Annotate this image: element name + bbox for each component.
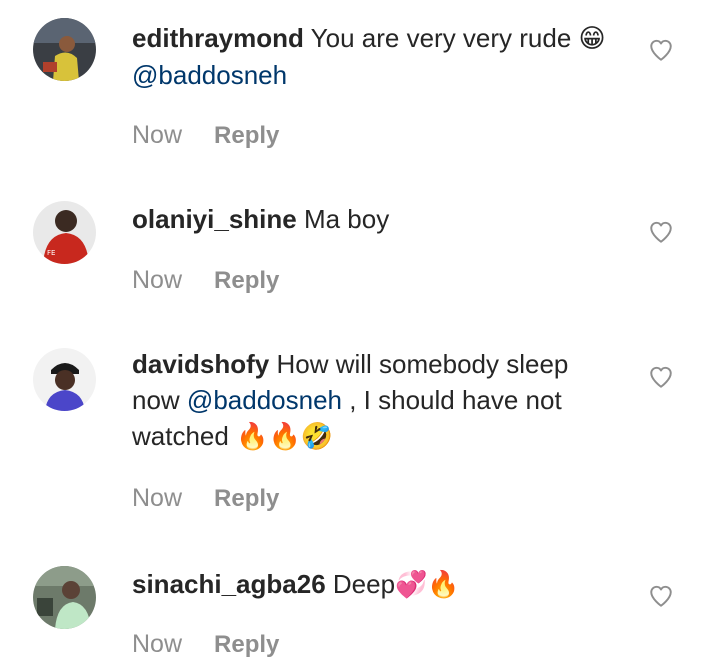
comment-body: Deep <box>325 569 396 599</box>
comment-username[interactable]: olaniyi_shine <box>132 204 297 234</box>
comment-timestamp: Now <box>132 121 183 149</box>
reply-button[interactable]: Reply <box>214 122 279 149</box>
comment-body: Ma boy <box>296 204 390 234</box>
comment-meta: Now Reply <box>132 121 279 150</box>
reply-button[interactable]: Reply <box>214 631 279 658</box>
comment-username[interactable]: davidshofy <box>132 349 269 379</box>
heart-icon[interactable] <box>648 364 674 390</box>
comment-body: You are very very rude <box>303 23 579 53</box>
avatar[interactable] <box>33 18 96 81</box>
avatar[interactable] <box>33 348 96 411</box>
comment-text: edithraymond You are very very rude 😁 @b… <box>132 20 612 93</box>
comment-text: sinachi_agba26 Deep💞🔥 <box>132 566 612 603</box>
emoji: 💞🔥 <box>395 570 460 600</box>
avatar[interactable] <box>33 566 96 629</box>
heart-icon[interactable] <box>648 37 674 63</box>
avatar[interactable]: FE <box>33 201 96 264</box>
comment-username[interactable]: sinachi_agba26 <box>132 569 326 599</box>
heart-icon[interactable] <box>648 219 674 245</box>
mention-link[interactable]: @baddosneh <box>187 385 342 415</box>
comment-text: davidshofy How will somebody sleep now @… <box>132 346 612 455</box>
reply-button[interactable]: Reply <box>214 267 279 294</box>
comment-timestamp: Now <box>132 630 183 658</box>
heart-icon[interactable] <box>648 583 674 609</box>
comment-meta: Now Reply <box>132 266 279 295</box>
comment-timestamp: Now <box>132 484 183 512</box>
emoji: 🔥🔥🤣 <box>236 422 334 452</box>
comment-meta: Now Reply <box>132 484 279 513</box>
comment-timestamp: Now <box>132 266 183 294</box>
emoji: 😁 <box>578 24 606 54</box>
svg-text:FE: FE <box>47 249 55 257</box>
reply-button[interactable]: Reply <box>214 485 279 512</box>
comment-text: olaniyi_shine Ma boy <box>132 201 612 237</box>
mention-link[interactable]: @baddosneh <box>132 60 287 90</box>
comment-meta: Now Reply <box>132 630 279 659</box>
comment-username[interactable]: edithraymond <box>132 23 304 53</box>
